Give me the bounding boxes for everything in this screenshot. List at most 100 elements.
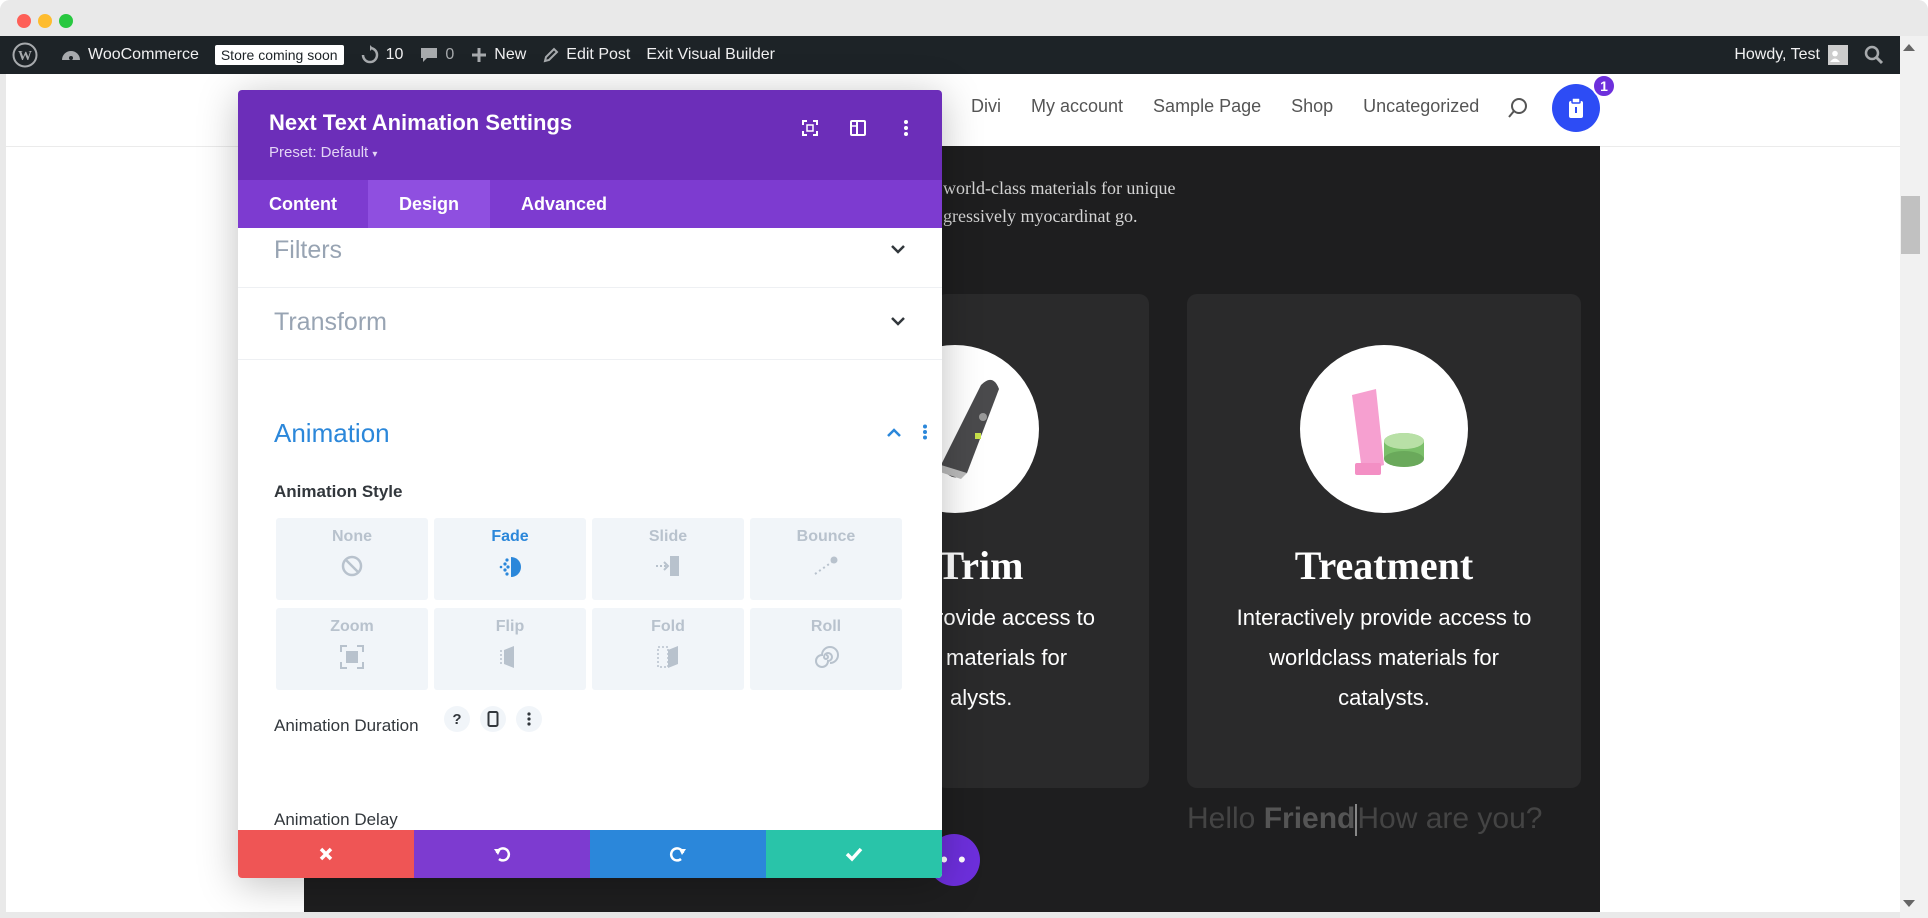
split-view-button[interactable] <box>844 114 872 142</box>
fullscreen-button[interactable] <box>796 114 824 142</box>
admin-bar-right: Howdy, Test <box>1726 36 1900 74</box>
nav-item-sample-page[interactable]: Sample Page <box>1153 96 1261 117</box>
hello-before: Hello <box>1187 802 1264 835</box>
columns-icon <box>850 120 866 136</box>
animation-style-none[interactable]: None <box>276 518 428 600</box>
more-vertical-icon <box>527 712 531 726</box>
animated-text[interactable]: Hello FriendHow are you? <box>1187 802 1543 837</box>
maximize-window-button[interactable] <box>59 14 73 28</box>
plus-icon <box>472 48 487 62</box>
hello-after: How are you? <box>1357 802 1543 835</box>
modal-more-button[interactable] <box>892 114 920 142</box>
nav-search-button[interactable] <box>1506 96 1530 125</box>
card-text-line: rovide access to <box>936 605 1095 630</box>
animation-style-slide[interactable]: Slide <box>592 518 744 600</box>
animation-style-fold[interactable]: Fold <box>592 608 744 690</box>
bounce-icon <box>814 556 838 575</box>
discard-button[interactable] <box>238 830 414 878</box>
comment-icon <box>421 48 438 62</box>
animation-style-zoom[interactable]: Zoom <box>276 608 428 690</box>
nav-item-uncategorized[interactable]: Uncategorized <box>1363 96 1479 117</box>
intro-line: world-class materials for unique <box>943 178 1176 198</box>
preset-selector[interactable]: Preset: Default ▾ <box>269 144 377 161</box>
edit-post-link[interactable]: Edit Post <box>534 36 638 74</box>
redo-button[interactable] <box>590 830 766 878</box>
wordpress-logo[interactable]: W <box>0 36 52 74</box>
modal-title: Next Text Animation Settings <box>269 110 573 135</box>
card-text: Interactively provide access to worldcla… <box>1187 598 1581 718</box>
nav-item-shop[interactable]: Shop <box>1291 96 1333 117</box>
admin-search-button[interactable] <box>1856 36 1900 74</box>
tab-design[interactable]: Design <box>367 180 490 228</box>
new-label: New <box>494 46 527 63</box>
tab-content[interactable]: Content <box>238 180 368 228</box>
hello-bold: Friend <box>1263 802 1356 835</box>
pencil-icon <box>543 47 559 63</box>
minimize-window-button[interactable] <box>38 14 52 28</box>
option-label: Slide <box>648 528 688 545</box>
clipboard-icon <box>1569 97 1583 118</box>
account-menu[interactable]: Howdy, Test <box>1726 36 1856 74</box>
card-text-line: catalysts. <box>1338 685 1430 710</box>
card-text-line: worldclass materials for <box>1269 645 1499 670</box>
wordpress-icon: W <box>12 42 38 68</box>
section-label: Filters <box>274 236 343 264</box>
wp-admin-bar: W WooCommerce Store coming soon 10 0 New… <box>0 36 1900 74</box>
preset-label: Preset: Default <box>269 144 369 161</box>
animation-style-label: Animation Style <box>274 482 403 501</box>
dashboard-icon <box>62 51 80 60</box>
search-icon <box>1508 98 1527 118</box>
main-nav: Divi My account Sample Page Shop Uncateg… <box>971 96 1509 117</box>
page-scrollbar[interactable] <box>1900 36 1928 918</box>
woocommerce-menu[interactable]: WooCommerce <box>52 36 207 74</box>
animation-style-flip[interactable]: Flip <box>434 608 586 690</box>
exit-visual-builder-link[interactable]: Exit Visual Builder <box>638 36 783 74</box>
option-label: Roll <box>810 618 842 635</box>
option-label: Zoom <box>330 618 374 635</box>
card-text-line: alysts. <box>950 685 1013 710</box>
modal-body: Filters Transform Animation Animation St… <box>238 228 942 830</box>
roll-icon <box>815 646 839 668</box>
intro-line: gressively myocardinat go. <box>943 206 1138 226</box>
nav-item-my-account[interactable]: My account <box>1031 96 1123 117</box>
responsive-button[interactable] <box>480 706 506 732</box>
woocommerce-label: WooCommerce <box>88 46 199 63</box>
close-window-button[interactable] <box>17 14 31 28</box>
help-button[interactable]: ? <box>444 706 470 732</box>
store-status[interactable]: Store coming soon <box>207 36 352 74</box>
undo-button[interactable] <box>414 830 590 878</box>
new-content-menu[interactable]: New <box>462 36 534 74</box>
user-icon <box>1830 50 1840 62</box>
updates-menu[interactable]: 10 <box>352 36 412 74</box>
comments-menu[interactable]: 0 <box>411 36 462 74</box>
search-icon <box>1864 45 1884 65</box>
nav-item-divi[interactable]: Divi <box>971 96 1001 117</box>
section-transform[interactable]: Transform <box>238 288 942 360</box>
chevron-down-icon <box>891 245 905 254</box>
save-button[interactable] <box>766 830 942 878</box>
section-animation-title[interactable]: Animation <box>274 418 390 449</box>
fade-icon <box>499 557 521 577</box>
more-vertical-icon[interactable] <box>922 424 928 440</box>
card-image-treatment <box>1300 345 1468 513</box>
chevron-up-icon[interactable] <box>886 428 902 438</box>
help-icon: ? <box>452 710 462 728</box>
module-settings-modal: Next Text Animation Settings Preset: Def… <box>238 90 942 878</box>
animation-style-fade[interactable]: Fade <box>434 518 586 600</box>
field-more-button[interactable] <box>516 706 542 732</box>
animation-style-roll[interactable]: Roll <box>750 608 902 690</box>
scroll-up-arrow-icon[interactable] <box>1903 44 1915 51</box>
slide-icon <box>656 556 679 576</box>
tab-advanced[interactable]: Advanced <box>490 180 638 228</box>
fold-icon <box>657 646 678 668</box>
option-label: Fade <box>491 528 529 545</box>
modal-footer <box>238 830 942 878</box>
scroll-down-arrow-icon[interactable] <box>1903 900 1915 907</box>
animation-style-bounce[interactable]: Bounce <box>750 518 902 600</box>
howdy-label: Howdy, Test <box>1734 46 1820 63</box>
section-filters[interactable]: Filters <box>238 228 942 288</box>
phone-icon <box>487 711 499 727</box>
zoom-icon <box>340 645 364 669</box>
scrollbar-thumb[interactable] <box>1901 196 1920 254</box>
cosmetics-image <box>1352 389 1424 475</box>
